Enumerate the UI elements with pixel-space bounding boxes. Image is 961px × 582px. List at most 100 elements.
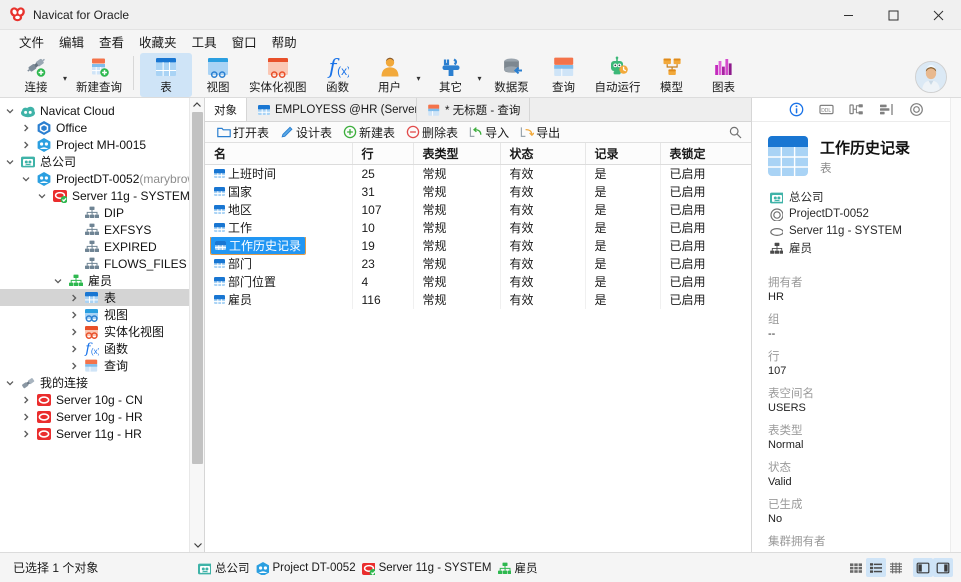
er-diagram-icon[interactable] [849, 102, 865, 118]
tree-office[interactable]: Office [0, 119, 204, 136]
column-header-5[interactable]: 表锁定 [660, 143, 751, 165]
toolbar-table[interactable]: 表 [140, 53, 193, 97]
toolbar-data-pump[interactable]: 数据泵 [486, 53, 538, 97]
toolbar-user-dropdown-arrow[interactable]: ▾ [417, 68, 421, 83]
tree-functions[interactable]: f(x) 函数 [0, 340, 204, 357]
user-avatar[interactable] [915, 61, 947, 93]
table-row[interactable]: 雇员 116 常规 有效 是 已启用 [205, 290, 751, 309]
tree-twisty-right[interactable] [70, 311, 83, 319]
toolbar-query[interactable]: 查询 [538, 53, 590, 97]
scroll-up-arrow[interactable] [190, 98, 204, 112]
tree-server-10g-hr[interactable]: Server 10g - HR [0, 408, 204, 425]
tree-twisty-right[interactable] [22, 413, 35, 421]
tree-twisty-down[interactable] [6, 379, 19, 387]
tree-twisty-right[interactable] [70, 294, 83, 302]
toolbar-chart[interactable]: 图表 [698, 53, 750, 97]
info-icon[interactable] [789, 102, 805, 118]
status-crumb-project[interactable]: Project DT-0052 [254, 561, 356, 575]
info-path-head-office[interactable]: 总公司 [768, 188, 961, 205]
new-table-button[interactable]: 新建表 [337, 123, 400, 142]
tree-schema-exfsys[interactable]: EXFSYS [0, 221, 204, 238]
toggle-right-panel-button[interactable] [933, 558, 953, 577]
menu-tools[interactable]: 工具 [186, 30, 223, 53]
toolbar-automation[interactable]: 自动运行 [590, 53, 646, 97]
toolbar-connection-dropdown-arrow[interactable]: ▾ [63, 68, 67, 83]
tree-twisty-right[interactable] [22, 124, 35, 132]
tree-server-10g-cn[interactable]: Server 10g - CN [0, 391, 204, 408]
tab-employess-hr[interactable]: EMPLOYESS @HR (Server 1.. [247, 98, 417, 121]
tree-tables[interactable]: 表 [0, 289, 204, 306]
tree-schema-employees[interactable]: 雇员 [0, 272, 204, 289]
table-row[interactable]: 部门位置 4 常规 有效 是 已启用 [205, 272, 751, 291]
tree-twisty-down[interactable] [6, 158, 19, 166]
tree-twisty-down[interactable] [38, 192, 51, 200]
column-header-1[interactable]: 行 [352, 143, 414, 165]
column-header-3[interactable]: 状态 [500, 143, 586, 165]
toggle-left-panel-button[interactable] [913, 558, 933, 577]
tree-my-connections[interactable]: 我的连接 [0, 374, 204, 391]
tree-projectdt-0052[interactable]: ProjectDT-0052 (marybrown@ [0, 170, 204, 187]
tab-objects[interactable]: 对象 [205, 98, 247, 121]
tree-server-11g-hr[interactable]: Server 11g - HR [0, 425, 204, 442]
column-header-2[interactable]: 表类型 [413, 143, 501, 165]
tree-head-office[interactable]: 总公司 [0, 153, 204, 170]
minimize-button[interactable] [826, 0, 871, 30]
view-grid-button[interactable] [846, 558, 866, 577]
tree-twisty-down[interactable] [54, 277, 67, 285]
tree-twisty-right[interactable] [70, 345, 83, 353]
info-panel-scrollbar[interactable] [950, 98, 961, 552]
design-table-button[interactable]: 设计表 [274, 123, 337, 142]
menu-help[interactable]: 帮助 [266, 30, 303, 53]
sidebar-scroll-thumb[interactable] [192, 112, 203, 464]
tree-queries[interactable]: 查询 [0, 357, 204, 374]
tree-schema-dip[interactable]: DIP [0, 204, 204, 221]
menu-edit[interactable]: 编辑 [53, 30, 90, 53]
tree-twisty-down[interactable] [6, 107, 19, 115]
scroll-down-arrow[interactable] [190, 538, 204, 552]
menu-window[interactable]: 窗口 [226, 30, 263, 53]
info-path-schema[interactable]: 雇员 [768, 239, 961, 256]
toolbar-materialized-view[interactable]: 实体化视图 [244, 53, 312, 97]
close-button[interactable] [916, 0, 961, 30]
delete-table-button[interactable]: 删除表 [400, 123, 463, 142]
tab-untitled-query[interactable]: * 无标题 - 查询 [417, 98, 531, 121]
status-crumb-schema[interactable]: 雇员 [496, 560, 538, 576]
settings-icon[interactable] [909, 102, 925, 118]
fields-icon[interactable] [879, 102, 895, 118]
view-list-button[interactable] [866, 558, 886, 577]
info-path-server[interactable]: Server 11g - SYSTEM [768, 222, 961, 239]
ddl-icon[interactable]: DDL [819, 102, 835, 118]
tree-twisty-right[interactable] [70, 328, 83, 336]
tree-materialized-views[interactable]: 实体化视图 [0, 323, 204, 340]
column-header-4[interactable]: 记录 [585, 143, 661, 165]
toolbar-new-query[interactable]: 新建查询 [71, 53, 127, 97]
toolbar-function[interactable]: f(x) 函数 [312, 53, 364, 97]
export-button[interactable]: 导出 [514, 123, 565, 142]
tree-twisty-right[interactable] [22, 396, 35, 404]
toolbar-view[interactable]: 视图 [192, 53, 244, 97]
menu-favorites[interactable]: 收藏夹 [133, 30, 183, 53]
table-row[interactable]: 工作 10 常规 有效 是 已启用 [205, 218, 751, 237]
sidebar-scrollbar[interactable] [189, 98, 204, 552]
tree-schema-flows-files[interactable]: FLOWS_FILES [0, 255, 204, 272]
search-icon[interactable] [728, 125, 743, 140]
toolbar-other-dropdown-arrow[interactable]: ▾ [478, 68, 482, 83]
toolbar-model[interactable]: 模型 [646, 53, 698, 97]
maximize-button[interactable] [871, 0, 916, 30]
toolbar-user[interactable]: 用户 [364, 53, 416, 97]
tree-twisty-right[interactable] [22, 141, 35, 149]
info-path-project[interactable]: ProjectDT-0052 [768, 205, 961, 222]
tree-server-11g-system[interactable]: Server 11g - SYSTEM [0, 187, 204, 204]
table-row[interactable]: 地区 107 常规 有效 是 已启用 [205, 200, 751, 219]
tree-navicat-cloud[interactable]: Navicat Cloud [0, 102, 204, 119]
toolbar-connection[interactable]: 连接 [10, 53, 62, 97]
table-row[interactable]: 部门 23 常规 有效 是 已启用 [205, 254, 751, 273]
tree-project-mh-0015[interactable]: Project MH-0015 [0, 136, 204, 153]
menu-view[interactable]: 查看 [93, 30, 130, 53]
tree-twisty-right[interactable] [22, 430, 35, 438]
import-button[interactable]: 导入 [463, 123, 514, 142]
status-crumb-server[interactable]: Server 11g - SYSTEM [360, 561, 492, 575]
open-table-button[interactable]: 打开表 [211, 123, 274, 142]
view-detail-button[interactable] [886, 558, 906, 577]
tree-schema-expired[interactable]: EXPIRED [0, 238, 204, 255]
